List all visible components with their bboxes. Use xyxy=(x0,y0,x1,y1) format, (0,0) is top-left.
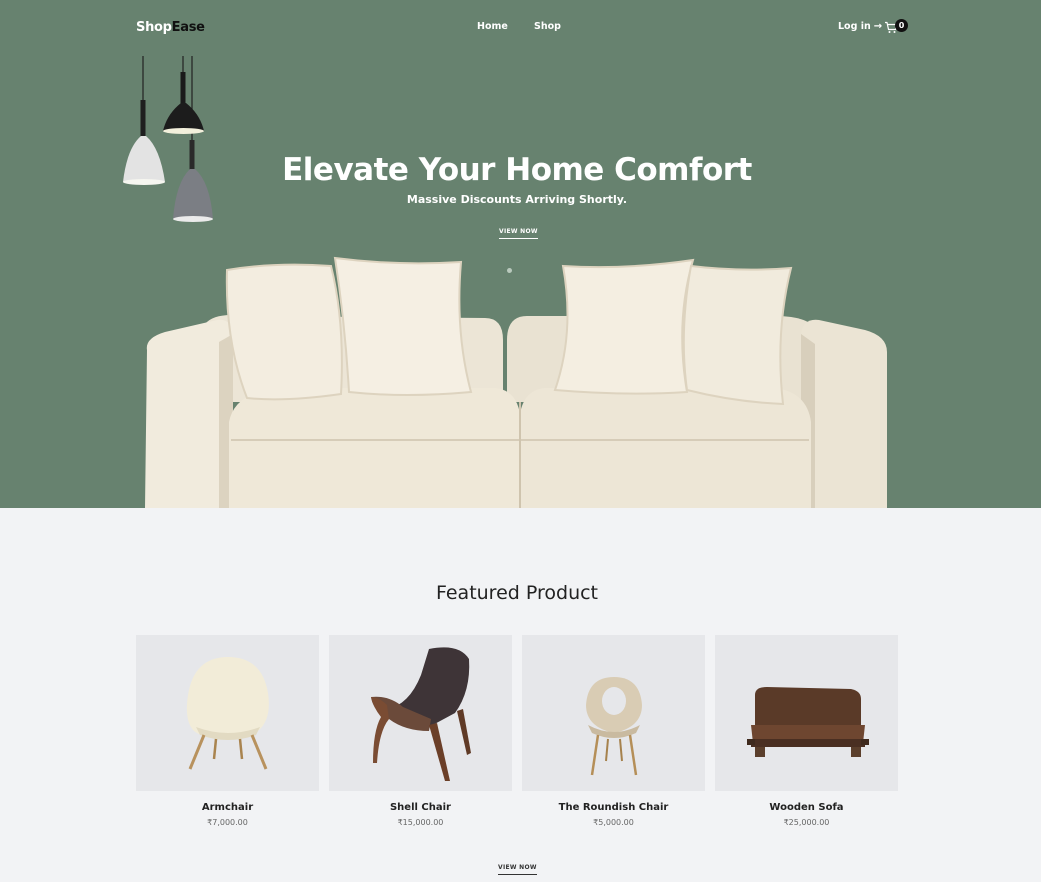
product-card[interactable]: The Roundish Chair ₹5,000.00 xyxy=(522,635,705,827)
hero-title: Elevate Your Home Comfort xyxy=(282,152,752,188)
product-price: ₹7,000.00 xyxy=(207,818,248,827)
logo-part-ease: Ease xyxy=(171,20,205,35)
featured-view-now-button[interactable]: VIEW NOW xyxy=(498,864,537,875)
product-card[interactable]: Shell Chair ₹15,000.00 xyxy=(329,635,512,827)
roundish-chair-image xyxy=(586,677,642,776)
product-name[interactable]: Wooden Sofa xyxy=(715,802,898,813)
sofa-image xyxy=(145,256,887,508)
cart-button[interactable]: 0 xyxy=(884,19,910,37)
product-image[interactable] xyxy=(715,635,898,791)
shell-chair-image xyxy=(371,647,471,781)
nav-shop-link[interactable]: Shop xyxy=(534,21,561,32)
featured-section-title: Featured Product xyxy=(435,582,599,604)
wooden-sofa-image xyxy=(747,687,869,757)
login-link[interactable]: Log in → xyxy=(838,21,882,32)
logo-part-shop: Shop xyxy=(136,20,172,35)
product-price: ₹5,000.00 xyxy=(593,818,634,827)
product-name[interactable]: Shell Chair xyxy=(329,802,512,813)
product-image[interactable] xyxy=(329,635,512,791)
hero-subtitle: Massive Discounts Arriving Shortly. xyxy=(406,193,628,206)
hero-banner: ShopEase Home Shop Log in → 0 Elevate Yo… xyxy=(0,0,1041,508)
product-price: ₹25,000.00 xyxy=(783,818,830,827)
cart-count-badge: 0 xyxy=(895,19,908,32)
armchair-image xyxy=(186,657,269,770)
product-image[interactable] xyxy=(136,635,319,791)
hero-view-now-button[interactable]: VIEW NOW xyxy=(499,228,538,239)
product-card[interactable]: Wooden Sofa ₹25,000.00 xyxy=(715,635,898,827)
product-price: ₹15,000.00 xyxy=(397,818,444,827)
product-image[interactable] xyxy=(522,635,705,791)
arrow-right-icon: → xyxy=(873,21,883,32)
login-label: Log in xyxy=(838,21,871,32)
product-card[interactable]: Armchair ₹7,000.00 xyxy=(136,635,319,827)
product-name[interactable]: Armchair xyxy=(136,802,319,813)
product-name[interactable]: The Roundish Chair xyxy=(522,802,705,813)
logo[interactable]: ShopEase xyxy=(136,20,205,35)
nav-home-link[interactable]: Home xyxy=(477,21,508,32)
